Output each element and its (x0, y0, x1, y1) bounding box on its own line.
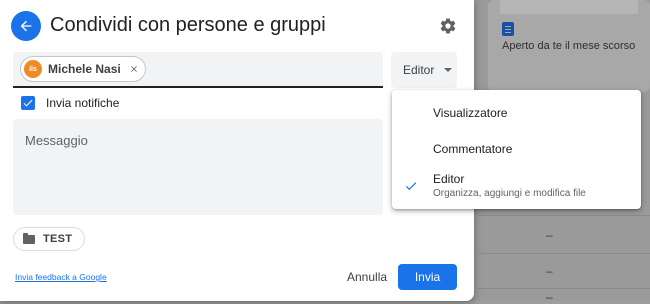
menu-item-label: Editor (433, 172, 465, 186)
gear-icon (440, 18, 456, 34)
send-button[interactable]: Invia (398, 264, 457, 290)
role-dropdown-button[interactable]: Editor (391, 52, 457, 88)
menu-item-label: Commentatore (433, 142, 513, 156)
close-icon (130, 66, 137, 72)
message-placeholder: Messaggio (25, 133, 88, 148)
menu-item-label: Visualizzatore (433, 106, 508, 120)
avatar: ils (24, 60, 42, 78)
list-divider (478, 215, 650, 216)
notify-checkbox[interactable] (21, 96, 35, 110)
folder-label: TEST (43, 233, 73, 245)
cancel-button[interactable]: Annulla (341, 264, 393, 290)
message-textarea[interactable]: Messaggio (13, 119, 383, 215)
menu-item-viewer[interactable]: Visualizzatore (392, 90, 641, 130)
list-divider (478, 288, 650, 289)
role-menu: Visualizzatore Commentatore Editor Organ… (392, 90, 641, 209)
menu-item-commenter[interactable]: Commentatore (392, 130, 641, 166)
card-thumbnail (500, 0, 638, 14)
settings-button[interactable] (436, 14, 460, 38)
menu-item-editor[interactable]: Editor Organizza, aggiungi e modifica fi… (392, 166, 641, 209)
checkmark-icon (23, 99, 33, 107)
avatar-initials: ils (29, 65, 37, 73)
role-dropdown-label: Editor (403, 63, 435, 77)
arrow-left-icon (20, 20, 32, 32)
recipient-chip[interactable]: ils Michele Nasi (20, 56, 146, 82)
list-cell-dash: – (546, 228, 553, 242)
back-button[interactable] (11, 11, 41, 41)
list-cell-dash: – (546, 290, 553, 304)
notify-option: Invia notifiche (21, 96, 119, 110)
document-icon (502, 22, 514, 36)
feedback-link[interactable]: Invia feedback a Google (15, 272, 107, 282)
dialog-title: Condividi con persone e gruppi (50, 14, 326, 36)
notify-label: Invia notifiche (46, 96, 120, 110)
recent-card-text: Aperto da te il mese scorso (502, 40, 636, 52)
folder-icon (23, 232, 35, 244)
caret-down-icon (444, 68, 453, 72)
list-divider (478, 253, 650, 254)
recipient-name: Michele Nasi (48, 62, 121, 76)
recent-file-card: Aperto da te il mese scorso (488, 0, 650, 92)
checkmark-icon (404, 179, 418, 193)
menu-item-description: Organizza, aggiungi e modifica file (433, 188, 586, 199)
remove-recipient-button[interactable] (127, 62, 141, 76)
list-cell-dash: – (546, 264, 553, 278)
folder-chip[interactable]: TEST (13, 227, 86, 251)
